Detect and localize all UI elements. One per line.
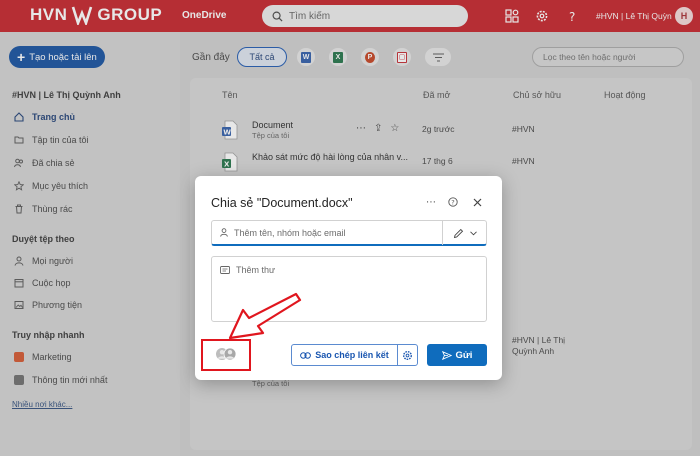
add-people-input[interactable]: Thêm tên, nhóm hoặc email bbox=[211, 220, 487, 246]
link-settings-button[interactable] bbox=[397, 344, 418, 366]
annotation-arrow-icon bbox=[228, 292, 302, 340]
annotation-highlight-box bbox=[201, 339, 251, 371]
copy-link-button[interactable]: Sao chép liên kết bbox=[291, 344, 398, 366]
dialog-title: Chia sẻ "Document.docx" bbox=[211, 196, 353, 210]
permission-dropdown[interactable] bbox=[442, 221, 486, 245]
help-icon[interactable]: ? bbox=[447, 196, 459, 208]
more-options-icon[interactable]: ⋯ bbox=[425, 196, 437, 208]
message-placeholder: Thêm thư bbox=[236, 265, 276, 275]
send-label: Gửi bbox=[455, 349, 473, 361]
chevron-down-icon bbox=[469, 230, 477, 235]
send-icon bbox=[441, 350, 452, 360]
pencil-icon bbox=[453, 228, 463, 238]
add-people-placeholder: Thêm tên, nhóm hoặc email bbox=[234, 227, 346, 238]
gear-icon bbox=[403, 350, 412, 360]
copy-link-label: Sao chép liên kết bbox=[315, 350, 389, 360]
send-button[interactable]: Gửi bbox=[427, 344, 487, 366]
person-icon bbox=[220, 228, 228, 237]
close-icon[interactable] bbox=[471, 196, 483, 208]
link-icon bbox=[300, 351, 312, 359]
svg-text:?: ? bbox=[451, 199, 454, 207]
message-icon bbox=[220, 265, 230, 274]
